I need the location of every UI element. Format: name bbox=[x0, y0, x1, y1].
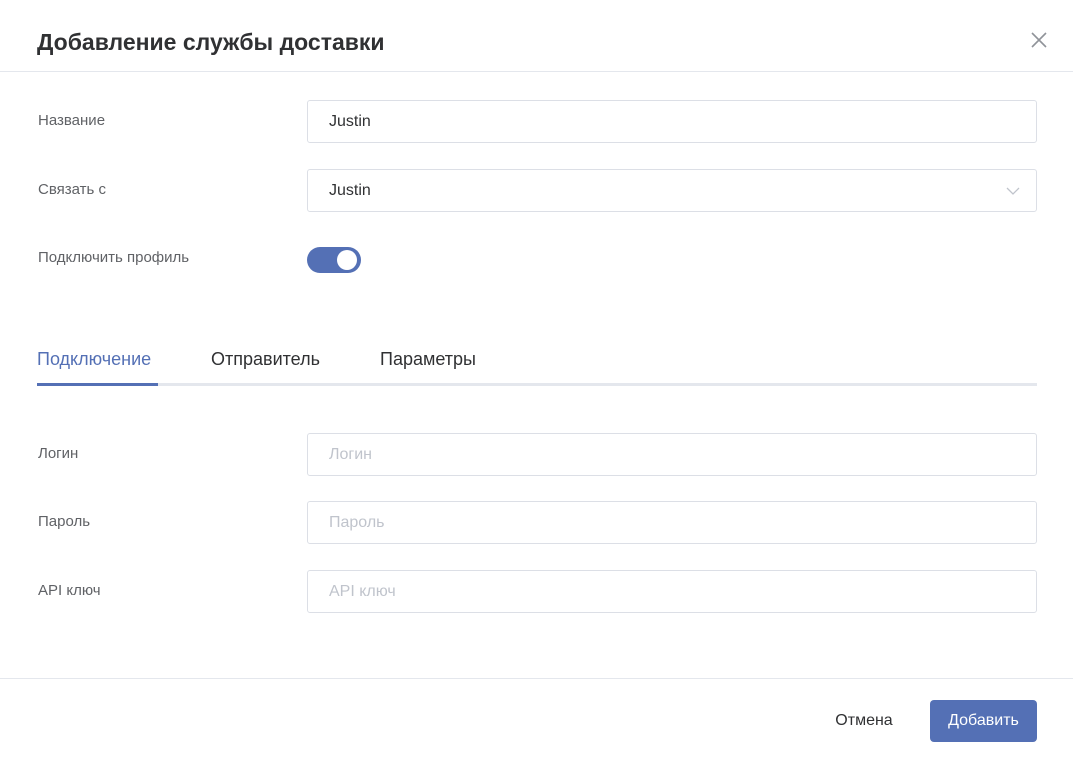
tab-sender[interactable]: Отправитель bbox=[211, 348, 320, 370]
tab-connection[interactable]: Подключение bbox=[37, 348, 151, 370]
active-tab-indicator bbox=[37, 383, 158, 386]
dialog-title: Добавление службы доставки bbox=[37, 29, 385, 55]
add-button[interactable]: Добавить bbox=[930, 700, 1037, 742]
link-select[interactable]: Justin bbox=[307, 169, 1037, 212]
name-field[interactable] bbox=[307, 100, 1037, 143]
api-key-input[interactable] bbox=[308, 571, 1036, 612]
password-field[interactable] bbox=[307, 501, 1037, 544]
cancel-button[interactable]: Отмена bbox=[818, 700, 910, 742]
password-label: Пароль bbox=[38, 513, 91, 530]
tabs-divider bbox=[37, 383, 1037, 386]
dialog-header: Добавление службы доставки bbox=[0, 0, 1073, 72]
api-key-field[interactable] bbox=[307, 570, 1037, 613]
tab-parameters[interactable]: Параметры bbox=[380, 348, 476, 370]
name-label: Название bbox=[38, 112, 106, 129]
toggle-knob bbox=[337, 250, 357, 270]
footer-divider bbox=[0, 678, 1073, 679]
login-label: Логин bbox=[38, 445, 79, 462]
profile-label: Подключить профиль bbox=[38, 249, 190, 266]
api-key-label: API ключ bbox=[38, 582, 101, 599]
profile-toggle[interactable] bbox=[307, 247, 361, 273]
link-label: Связать с bbox=[38, 181, 106, 198]
close-icon[interactable] bbox=[1029, 30, 1049, 50]
login-field[interactable] bbox=[307, 433, 1037, 476]
chevron-down-icon bbox=[1005, 183, 1021, 199]
link-select-value: Justin bbox=[329, 182, 371, 199]
password-input[interactable] bbox=[308, 502, 1036, 543]
login-input[interactable] bbox=[308, 434, 1036, 475]
name-input[interactable] bbox=[308, 101, 1036, 142]
tabs-bar: Подключение Отправитель Параметры bbox=[37, 340, 1037, 386]
